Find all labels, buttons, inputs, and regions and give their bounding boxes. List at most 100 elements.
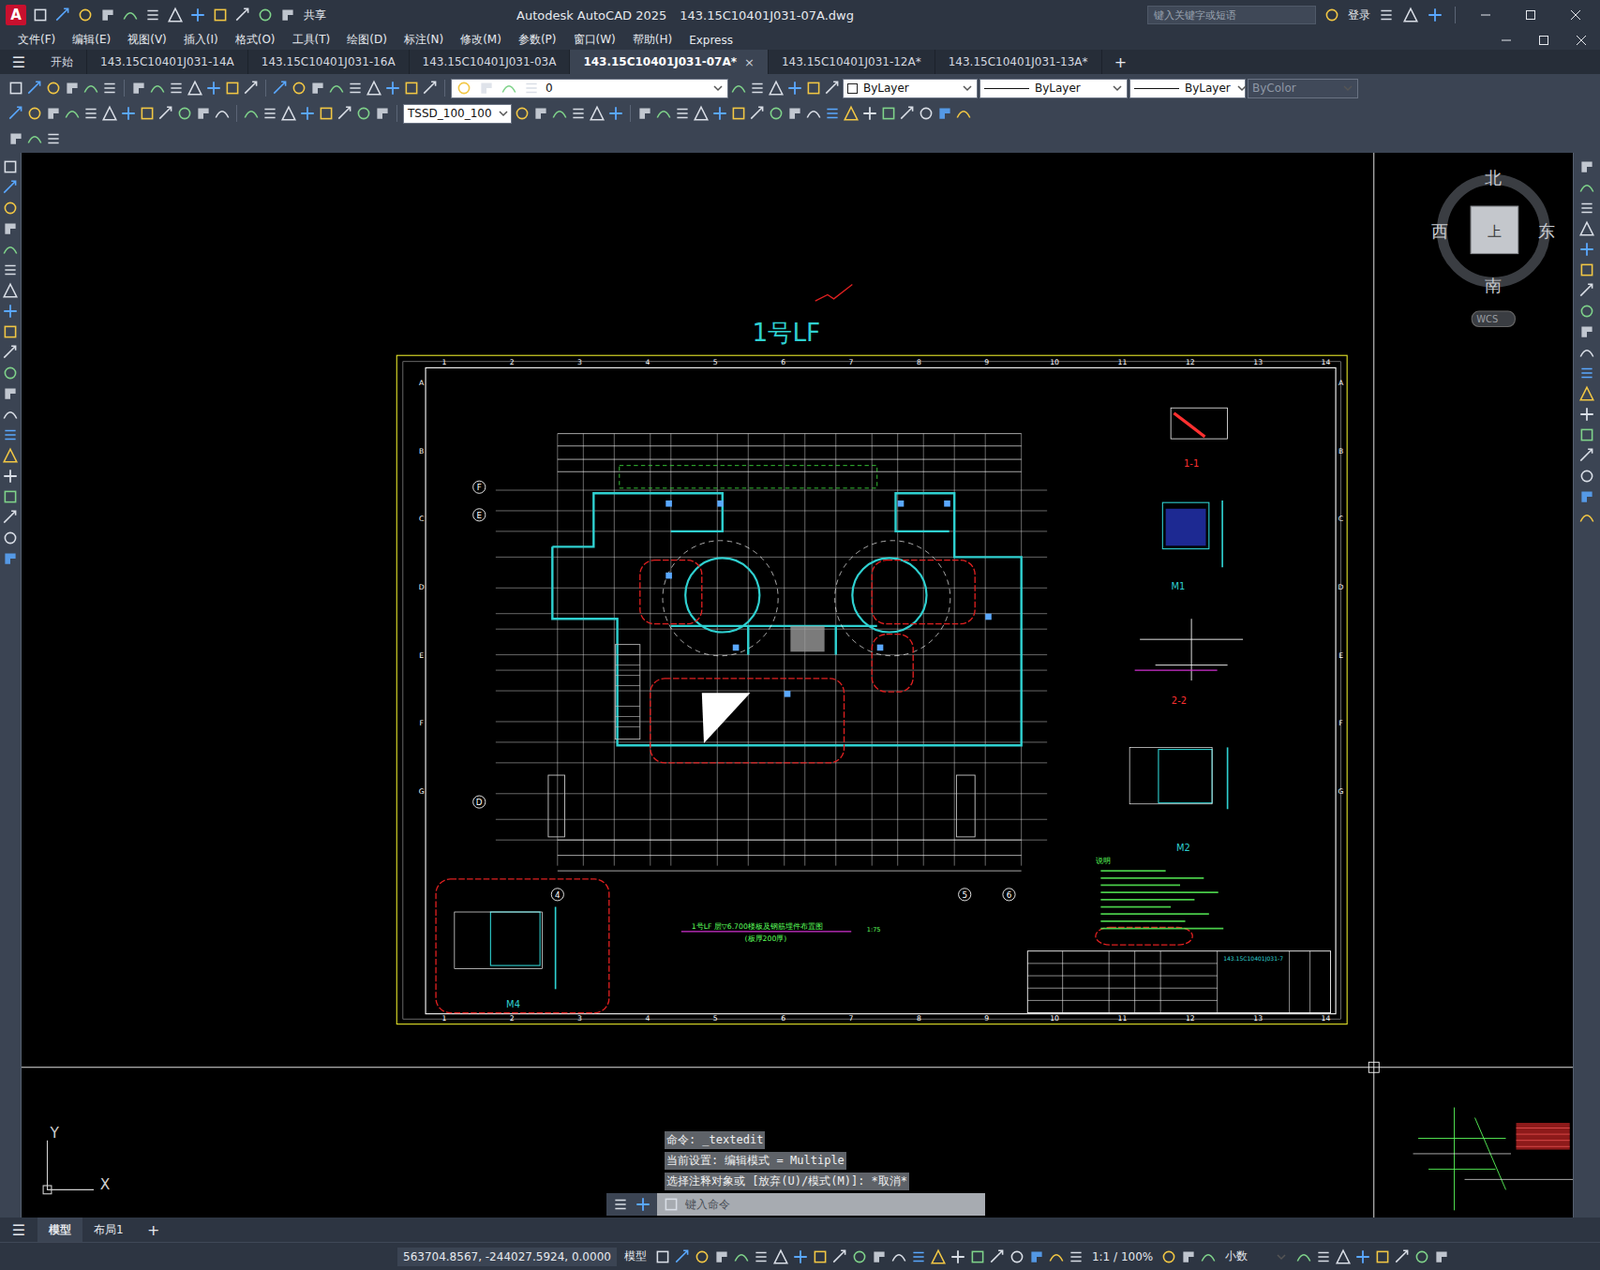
tool-icon[interactable] [1578, 385, 1596, 403]
share-button[interactable]: 共享 [303, 7, 327, 24]
tool-icon[interactable] [224, 79, 241, 97]
tool-icon[interactable] [1295, 1248, 1313, 1266]
window-control[interactable] [1562, 34, 1600, 46]
tool-icon[interactable] [26, 104, 44, 122]
tool-icon[interactable] [551, 104, 569, 122]
tool-icon[interactable] [31, 6, 49, 24]
chevron-icon[interactable] [497, 107, 509, 120]
tool-icon[interactable] [384, 79, 402, 97]
tool-icon[interactable] [1008, 1248, 1026, 1266]
tool-icon[interactable] [929, 1248, 947, 1266]
tool-icon[interactable] [1578, 158, 1596, 176]
tool-icon[interactable] [309, 79, 327, 97]
tool-icon[interactable] [167, 79, 185, 97]
menu-item[interactable]: 参数(P) [509, 31, 566, 48]
tool-icon[interactable] [1, 364, 19, 382]
tool-icon[interactable] [7, 79, 25, 97]
tool-icon[interactable] [44, 130, 62, 148]
tool-icon[interactable] [1, 261, 19, 279]
window-control[interactable] [1556, 9, 1595, 21]
tool-icon[interactable] [1, 550, 19, 568]
tool-icon[interactable] [1578, 302, 1596, 320]
tool-icon[interactable] [1047, 1248, 1065, 1266]
tool-icon[interactable] [1, 220, 19, 238]
tool-icon[interactable] [692, 104, 710, 122]
tool-icon[interactable] [242, 79, 260, 97]
document-tab[interactable]: 143.15C10401J031-12A* [768, 49, 936, 75]
chevron-icon[interactable] [1236, 82, 1248, 94]
tool-icon[interactable] [82, 79, 100, 97]
tool-icon[interactable] [280, 104, 298, 122]
tool-icon[interactable] [1, 405, 19, 423]
chevron-icon[interactable] [961, 82, 973, 94]
tool-icon[interactable] [1, 282, 19, 300]
tool-icon[interactable] [786, 104, 804, 122]
tool-icon[interactable] [1433, 1248, 1451, 1266]
tool-icon[interactable] [588, 104, 606, 122]
tool-icon[interactable] [1, 302, 19, 320]
menu-item[interactable]: 窗口(W) [565, 31, 625, 48]
menu-item[interactable]: 视图(V) [119, 31, 176, 48]
app-menu-button[interactable]: A [5, 4, 27, 26]
tool-icon[interactable] [7, 130, 25, 148]
tool-icon[interactable] [1, 467, 19, 485]
tool-icon[interactable] [1402, 6, 1420, 24]
tool-icon[interactable] [823, 79, 841, 97]
tab-close-button[interactable]: × [744, 55, 755, 70]
tool-icon[interactable] [26, 130, 44, 148]
tool-icon[interactable] [242, 104, 260, 122]
tool-icon[interactable] [654, 1248, 672, 1266]
tool-icon[interactable] [1578, 220, 1596, 238]
tool-icon[interactable] [130, 79, 148, 97]
window-control[interactable] [1487, 34, 1526, 46]
tool-icon[interactable] [1160, 1248, 1178, 1266]
tool-icon[interactable] [1413, 1248, 1431, 1266]
tool-icon[interactable] [346, 79, 364, 97]
tool-icon[interactable] [1, 343, 19, 361]
tool-icon[interactable] [1578, 508, 1596, 526]
new-layout-button[interactable]: + [134, 1217, 173, 1242]
tool-icon[interactable] [767, 104, 785, 122]
tool-icon[interactable] [732, 1248, 750, 1266]
tool-icon[interactable] [1315, 1248, 1332, 1266]
tool-icon[interactable] [673, 1248, 691, 1266]
tool-icon[interactable] [176, 104, 194, 122]
tool-icon[interactable] [1323, 6, 1341, 24]
tool-icon[interactable] [194, 104, 212, 122]
tool-icon[interactable] [336, 104, 354, 122]
tool-icon[interactable] [870, 1248, 888, 1266]
menu-item[interactable]: 插入(I) [175, 31, 227, 48]
tool-icon[interactable] [478, 79, 495, 97]
tool-icon[interactable] [455, 79, 473, 97]
menu-item[interactable]: 格式(O) [226, 31, 285, 48]
tool-icon[interactable] [1, 447, 19, 464]
tool-icon[interactable] [279, 6, 297, 24]
tool-icon[interactable] [1578, 467, 1596, 485]
tool-icon[interactable] [76, 6, 94, 24]
drawing-area[interactable]: 1号LF112233445566778899101011111212131314… [20, 152, 1574, 1218]
tool-icon[interactable] [1199, 1248, 1217, 1266]
tool-icon[interactable] [365, 79, 383, 97]
tool-icon[interactable] [910, 1248, 928, 1266]
tool-icon[interactable] [805, 79, 823, 97]
viewcube[interactable]: 上北南西东WCS [1431, 168, 1556, 328]
tool-icon[interactable] [730, 104, 748, 122]
tool-icon[interactable] [63, 104, 81, 122]
layout-tab[interactable]: 模型 [37, 1217, 83, 1242]
menu-item[interactable]: 帮助(H) [624, 31, 681, 48]
tool-icon[interactable] [662, 1196, 680, 1213]
maximize-icon[interactable] [1525, 9, 1537, 21]
tool-icon[interactable] [969, 1248, 987, 1266]
layout-menu-button[interactable]: ☰ [0, 1217, 38, 1242]
menu-item[interactable]: 绘图(D) [338, 31, 396, 48]
tool-icon[interactable] [748, 104, 766, 122]
tool-icon[interactable] [403, 79, 420, 97]
minimize-icon[interactable] [1500, 34, 1512, 46]
tool-icon[interactable] [1, 240, 19, 258]
tool-icon[interactable] [523, 79, 540, 97]
tool-icon[interactable] [673, 104, 691, 122]
menu-item[interactable]: 标注(N) [395, 31, 452, 48]
tool-icon[interactable] [44, 79, 62, 97]
tool-icon[interactable] [421, 79, 439, 97]
tool-icon[interactable] [234, 6, 252, 24]
